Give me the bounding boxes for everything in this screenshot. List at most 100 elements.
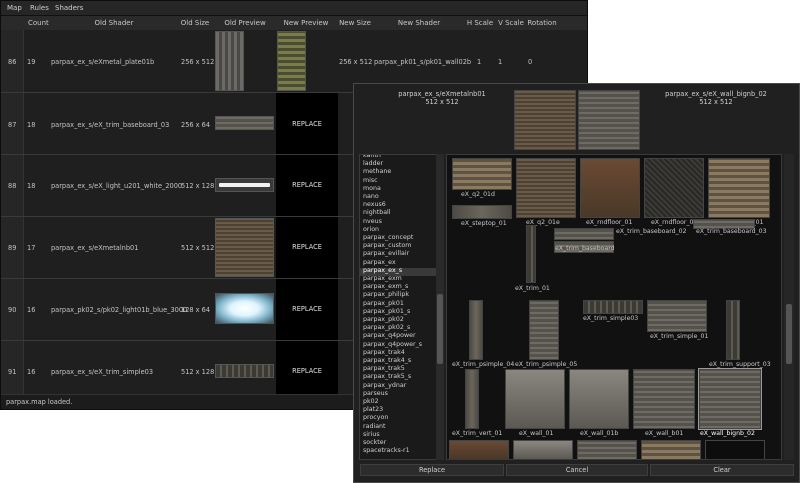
new-preview-replace[interactable]: REPLACE bbox=[276, 93, 338, 154]
texture-thumb[interactable] bbox=[516, 158, 576, 218]
col-old-size[interactable]: Old Size bbox=[181, 19, 210, 27]
folder-list-item[interactable]: parpax_concept bbox=[363, 234, 413, 241]
folder-list-item[interactable]: parpax_evillair bbox=[363, 250, 409, 257]
folder-list-item[interactable]: procyon bbox=[363, 414, 388, 421]
texture-thumb[interactable] bbox=[580, 158, 640, 218]
folder-list-item[interactable]: parpax_custom bbox=[363, 242, 411, 249]
folder-list-item[interactable]: parpax_trak5_s bbox=[363, 373, 411, 380]
menu-rules[interactable]: Rules bbox=[30, 4, 49, 12]
folder-list-item[interactable]: parpax_ex bbox=[363, 259, 396, 266]
folder-list-item[interactable]: radiant bbox=[363, 423, 386, 430]
texture-grid-scrollbar[interactable] bbox=[784, 154, 794, 460]
new-preview-replace[interactable]: REPLACE bbox=[276, 155, 338, 216]
texture-label[interactable]: eX_trim_01 bbox=[515, 285, 550, 292]
texture-thumb[interactable] bbox=[529, 300, 559, 360]
texture-thumb[interactable] bbox=[513, 440, 573, 459]
menu-shaders[interactable]: Shaders bbox=[55, 4, 83, 12]
texture-label[interactable]: eX_wall_01 bbox=[519, 430, 553, 437]
folder-list-item[interactable]: pk02 bbox=[363, 398, 379, 405]
folder-list-scrollbar[interactable] bbox=[436, 154, 444, 460]
folder-list-item[interactable]: parpax_trak5 bbox=[363, 365, 405, 372]
texture-thumb[interactable] bbox=[705, 440, 765, 459]
col-count[interactable]: Count bbox=[28, 19, 49, 27]
texture-grid-scroll-thumb[interactable] bbox=[786, 304, 792, 364]
row-rotation[interactable]: 0 bbox=[528, 58, 532, 66]
new-preview-replace[interactable]: REPLACE bbox=[276, 279, 338, 340]
texture-thumb[interactable] bbox=[633, 369, 695, 429]
texture-thumb[interactable] bbox=[505, 369, 565, 429]
texture-label[interactable]: eX_rndfloor_01 bbox=[586, 219, 632, 226]
folder-list-item[interactable]: nano bbox=[363, 193, 379, 200]
clear-button[interactable]: Clear bbox=[650, 464, 794, 476]
texture-thumb[interactable] bbox=[708, 158, 770, 218]
folder-list-item[interactable]: misc bbox=[363, 177, 378, 184]
col-old-preview[interactable]: Old Preview bbox=[224, 19, 265, 27]
texture-label[interactable]: eX_wall_01b bbox=[580, 430, 618, 437]
folder-list-item[interactable]: parseus bbox=[363, 390, 388, 397]
texture-label[interactable]: eX_rndfloor_02 bbox=[651, 219, 697, 226]
folder-list-scroll-thumb[interactable] bbox=[437, 294, 443, 364]
col-new-preview[interactable]: New Preview bbox=[284, 19, 329, 27]
texture-label[interactable]: eX_trim_baseboard bbox=[555, 245, 615, 252]
row-h-scale[interactable]: 1 bbox=[477, 58, 481, 66]
texture-label[interactable]: eX_trim_simple_01 bbox=[650, 333, 708, 340]
folder-list-item[interactable]: parpax_ydnar bbox=[363, 382, 406, 389]
texture-label[interactable]: eX_steptop_01 bbox=[461, 220, 507, 227]
folder-list-item[interactable]: parpax_q4power bbox=[363, 332, 416, 339]
texture-label[interactable]: eX_trim_simple03 bbox=[583, 315, 638, 322]
folder-list-item[interactable]: parpax_philipk bbox=[363, 291, 409, 298]
col-old-shader[interactable]: Old Shader bbox=[95, 19, 134, 27]
texture-thumb[interactable] bbox=[526, 225, 536, 283]
texture-label-selected[interactable]: eX_wall_bignb_02 bbox=[700, 430, 755, 437]
texture-thumb[interactable] bbox=[554, 228, 614, 240]
folder-list-item[interactable]: parpax_pk01_s bbox=[363, 308, 410, 315]
texture-label[interactable]: eX_trim_psimple_05 bbox=[515, 361, 577, 368]
col-rotation[interactable]: Rotation bbox=[527, 19, 556, 27]
texture-thumb[interactable] bbox=[452, 205, 512, 219]
folder-list-item[interactable]: sirius bbox=[363, 431, 380, 438]
texture-thumb[interactable] bbox=[569, 369, 629, 429]
folder-list-item[interactable]: parpax_exm bbox=[363, 275, 402, 282]
texture-thumb[interactable] bbox=[647, 300, 707, 332]
folder-list-item[interactable]: plat23 bbox=[363, 406, 383, 413]
folder-list-item[interactable]: parpax_trak4_s bbox=[363, 357, 411, 364]
folder-list-item[interactable]: parpax_pk01 bbox=[363, 300, 404, 307]
folder-list-item[interactable]: parpax_pk02 bbox=[363, 316, 404, 323]
new-preview-replace[interactable]: REPLACE bbox=[276, 341, 338, 397]
texture-label[interactable]: eX_trim_vert_01 bbox=[452, 430, 502, 437]
texture-label[interactable]: eX_trim_support_03 bbox=[709, 361, 771, 368]
col-new-size[interactable]: New Size bbox=[339, 19, 371, 27]
menu-map[interactable]: Map bbox=[7, 4, 22, 12]
texture-thumb[interactable] bbox=[583, 300, 643, 314]
texture-thumb[interactable] bbox=[449, 440, 509, 459]
shader-folder-list[interactable]: kanth ladder methane misc mona nano nexus6 nigh… bbox=[359, 154, 441, 460]
folder-list-item[interactable]: mona bbox=[363, 185, 381, 192]
texture-thumb[interactable] bbox=[644, 158, 704, 218]
texture-label[interactable]: eX_q2_01d bbox=[461, 191, 495, 198]
row-v-scale[interactable]: 1 bbox=[498, 58, 502, 66]
folder-list-item[interactable]: ladder bbox=[363, 160, 383, 167]
col-v-scale[interactable]: V Scale bbox=[498, 19, 524, 27]
texture-thumb[interactable] bbox=[465, 369, 479, 429]
folder-list-item[interactable]: parpax_exm_s bbox=[363, 283, 408, 290]
folder-list-item[interactable]: parpax_pk02_s bbox=[363, 324, 410, 331]
texture-thumb[interactable] bbox=[726, 300, 740, 360]
col-new-shader[interactable]: New Shader bbox=[398, 19, 440, 27]
folder-list-item[interactable]: kanth bbox=[363, 155, 381, 159]
folder-list-item[interactable]: nexus6 bbox=[363, 201, 386, 208]
folder-list-item[interactable]: parpax_q4power_s bbox=[363, 341, 422, 348]
col-h-scale[interactable]: H Scale bbox=[467, 19, 493, 27]
texture-label[interactable]: eX_trim_psimple_04 bbox=[452, 361, 514, 368]
folder-list-item[interactable]: nveus bbox=[363, 218, 382, 225]
replace-button[interactable]: Replace bbox=[360, 464, 504, 476]
texture-grid[interactable]: eX_q2_01d eX_q2_01e eX_rndfloor_01 eX_rn… bbox=[446, 154, 782, 460]
texture-label[interactable]: eX_trim_baseboard_03 bbox=[696, 228, 767, 235]
texture-thumb-selected[interactable] bbox=[698, 368, 762, 430]
folder-list-item[interactable]: nightball bbox=[363, 209, 391, 216]
cancel-button[interactable]: Cancel bbox=[506, 464, 648, 476]
texture-thumb[interactable] bbox=[469, 300, 483, 360]
folder-list-item[interactable]: sockter bbox=[363, 439, 386, 446]
texture-thumb[interactable] bbox=[641, 440, 701, 459]
folder-list-item[interactable]: methane bbox=[363, 168, 391, 175]
new-preview-replace[interactable]: REPLACE bbox=[276, 217, 338, 278]
